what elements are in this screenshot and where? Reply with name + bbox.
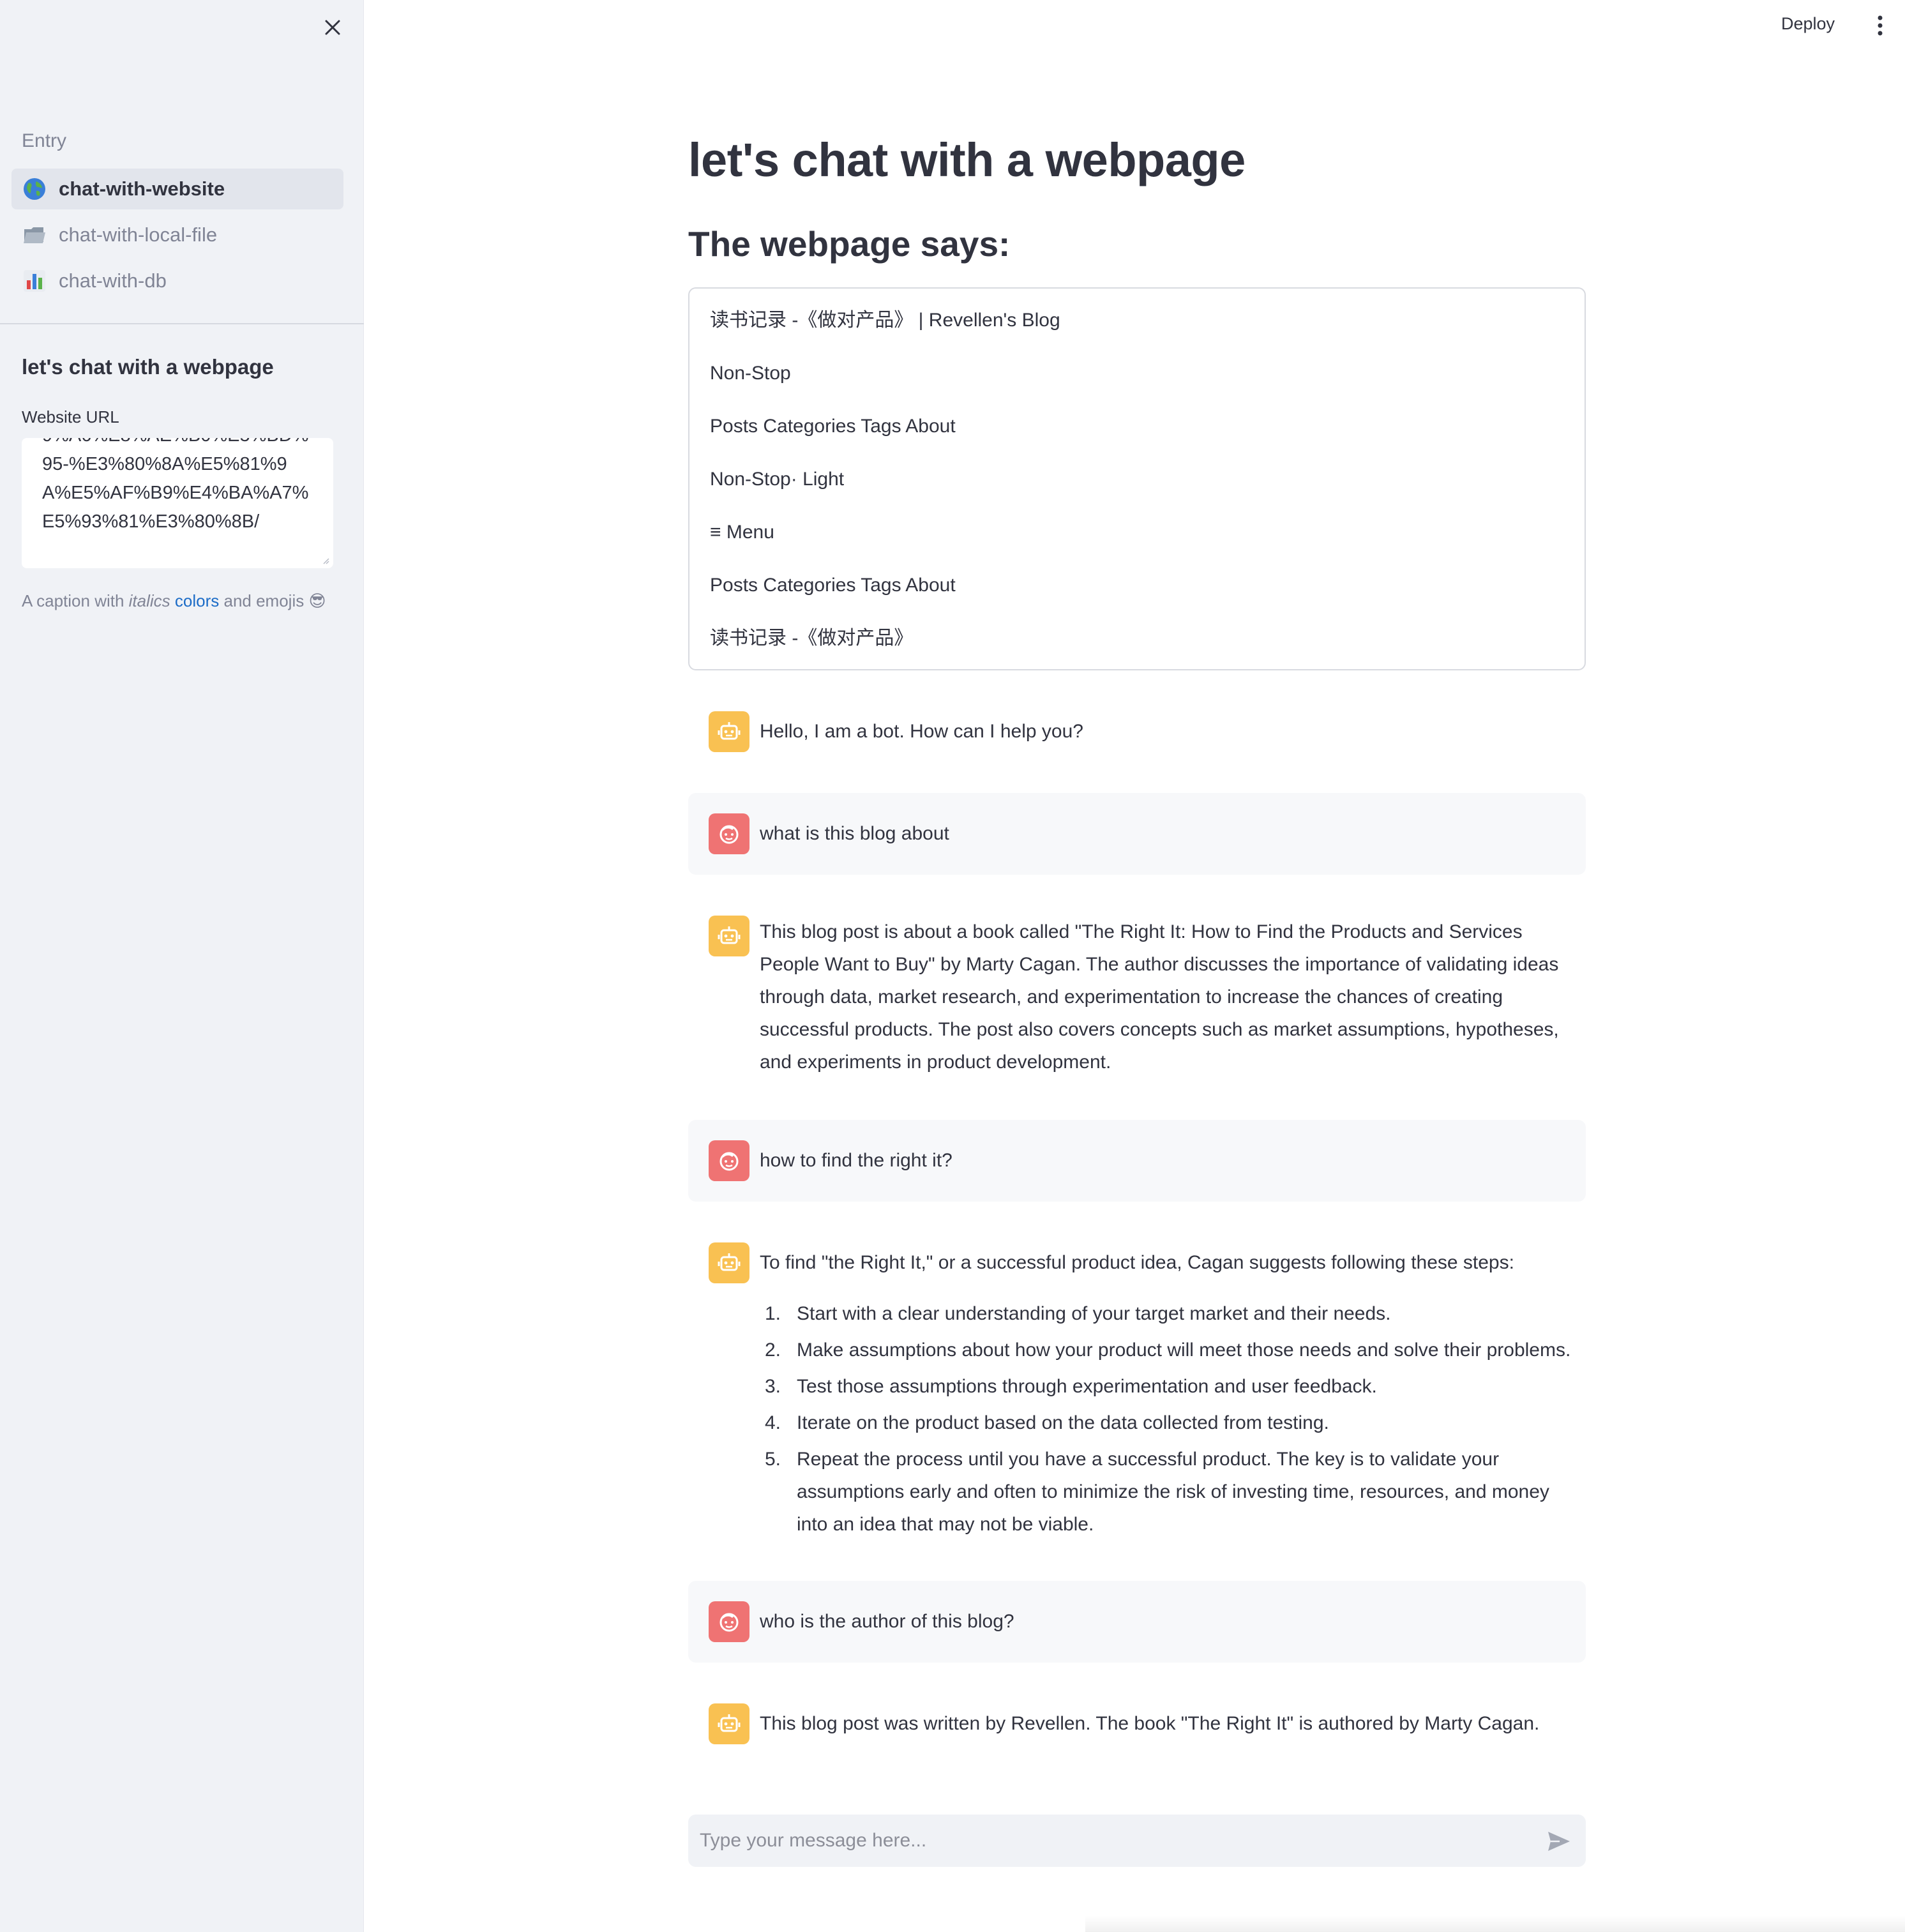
user-face-icon: [719, 1152, 739, 1171]
user-avatar: [709, 1140, 749, 1181]
steps-list: 1. Start with a clear understanding of yo…: [760, 1297, 1579, 1544]
webpage-line: Non-Stop· Light: [710, 469, 845, 490]
chat-message-text: how to find the right it?: [760, 1150, 952, 1171]
webpage-line: Non-Stop: [710, 363, 791, 384]
sidebar-item-chat-with-db[interactable]: chat-with-db: [11, 260, 343, 301]
webpage-line: ≡ Menu: [710, 522, 774, 543]
robot-icon: [718, 722, 741, 740]
webpage-line: 读书记录 -《做对产品》 | Revellen's Blog: [710, 310, 1060, 331]
send-icon: [1548, 1832, 1570, 1851]
page-title: let's chat with a webpage: [688, 133, 1246, 186]
sidebar-item-chat-with-website[interactable]: chat-with-website: [11, 169, 343, 209]
webpage-line: Posts Categories Tags About: [710, 416, 956, 437]
webpage-content-box: 读书记录 -《做对产品》 | Revellen's Blog Non-Stop …: [688, 287, 1586, 670]
list-item: 4. Iterate on the product based on the da…: [760, 1407, 1579, 1439]
nav-section-title: Entry: [22, 130, 67, 151]
sidebar-nav: chat-with-website chat-with-local-file c…: [11, 169, 343, 306]
caption-suffix: and emojis 😎: [219, 591, 326, 610]
list-item-text: Start with a clear understanding of your…: [797, 1303, 1391, 1324]
bottom-shadow: [1085, 1915, 1905, 1932]
robot-icon: [718, 926, 741, 944]
chat-message-text: This blog post is about a book called "T…: [760, 921, 1559, 1073]
user-face-icon: [719, 1613, 739, 1632]
list-number: 3.: [765, 1376, 781, 1397]
close-icon: [325, 20, 340, 35]
list-item: 5. Repeat the process until you have a su…: [760, 1443, 1579, 1541]
website-url-textarea[interactable]: 9%A6%E8%AE%B0%E5%BD%95-%E3%80%8A%E5%81%9…: [22, 438, 333, 568]
bot-avatar: [709, 1242, 749, 1283]
list-item-text: Make assumptions about how your product …: [797, 1340, 1571, 1361]
globe-icon: [22, 176, 47, 202]
bot-avatar: [709, 1703, 749, 1744]
website-url-label: Website URL: [22, 407, 119, 426]
sidebar-item-label: chat-with-website: [59, 177, 225, 200]
sidebar-item-label: chat-with-local-file: [59, 223, 218, 246]
chat-message-user: how to find the right it?: [688, 1120, 1586, 1202]
robot-icon: [718, 1253, 741, 1271]
sidebar: Entry chat-with-website chat-with-local-…: [0, 0, 364, 1932]
user-face-icon: [719, 825, 739, 844]
caption-prefix: A caption with: [22, 591, 129, 610]
website-url-field[interactable]: 9%A6%E8%AE%B0%E5%BD%95-%E3%80%8A%E5%81%9…: [22, 438, 333, 568]
list-number: 1.: [765, 1303, 781, 1324]
chat-message-user: who is the author of this blog?: [688, 1581, 1586, 1663]
chat-input[interactable]: [700, 1815, 1530, 1867]
list-number: 4.: [765, 1412, 781, 1433]
chat-message-bot: Hello, I am a bot. How can I help you?: [688, 702, 1586, 760]
resize-grip-icon[interactable]: [322, 557, 329, 564]
chat-message-text: Hello, I am a bot. How can I help you?: [760, 721, 1083, 742]
caption-colored: colors: [174, 591, 220, 610]
sidebar-item-label: chat-with-db: [59, 269, 167, 292]
robot-icon: [718, 1714, 741, 1732]
chat-message-bot: To find "the Right It," or a successful …: [688, 1234, 1586, 1540]
caption-italic: italics: [128, 591, 170, 610]
send-button[interactable]: [1545, 1827, 1573, 1855]
chat-message-bot: This blog post was written by Revellen. …: [688, 1694, 1586, 1758]
user-avatar: [709, 1601, 749, 1642]
chat-message-user: what is this blog about: [688, 793, 1586, 875]
list-item-text: Iterate on the product based on the data…: [797, 1412, 1329, 1433]
sidebar-caption: A caption with italics colors and emojis…: [22, 591, 326, 611]
bot-avatar: [709, 711, 749, 752]
chat-message-bot: This blog post is about a book called "T…: [688, 907, 1586, 1085]
list-number: 5.: [765, 1449, 781, 1470]
chat-input-bar[interactable]: [688, 1815, 1586, 1867]
bar-chart-icon: [22, 268, 47, 294]
more-vertical-icon: [1878, 15, 1883, 36]
sidebar-divider: [0, 323, 364, 324]
webpage-line: Posts Categories Tags About: [710, 575, 956, 596]
list-item: 2. Make assumptions about how your produc…: [760, 1334, 1579, 1366]
main-menu-button[interactable]: [1871, 13, 1890, 38]
list-item-text: Test those assumptions through experimen…: [797, 1376, 1377, 1397]
deploy-button[interactable]: Deploy: [1781, 14, 1835, 34]
chat-message-text: To find "the Right It," or a successful …: [760, 1252, 1514, 1273]
chat-message-text: This blog post was written by Revellen. …: [760, 1713, 1540, 1734]
list-item-text: Repeat the process until you have a succ…: [797, 1449, 1549, 1535]
sidebar-heading: let's chat with a webpage: [22, 355, 274, 379]
chat-message-text: who is the author of this blog?: [760, 1611, 1014, 1632]
close-sidebar-button[interactable]: [319, 14, 346, 41]
page-subtitle: The webpage says:: [688, 224, 1011, 264]
folder-icon: [22, 222, 47, 248]
user-avatar: [709, 813, 749, 854]
chat-message-text: what is this blog about: [760, 823, 949, 844]
list-item: 3. Test those assumptions through experim…: [760, 1370, 1579, 1403]
list-number: 2.: [765, 1340, 781, 1361]
sidebar-item-chat-with-local-file[interactable]: chat-with-local-file: [11, 215, 343, 255]
webpage-line: 读书记录 -《做对产品》: [710, 628, 914, 649]
list-item: 1. Start with a clear understanding of yo…: [760, 1297, 1579, 1330]
bot-avatar: [709, 916, 749, 956]
